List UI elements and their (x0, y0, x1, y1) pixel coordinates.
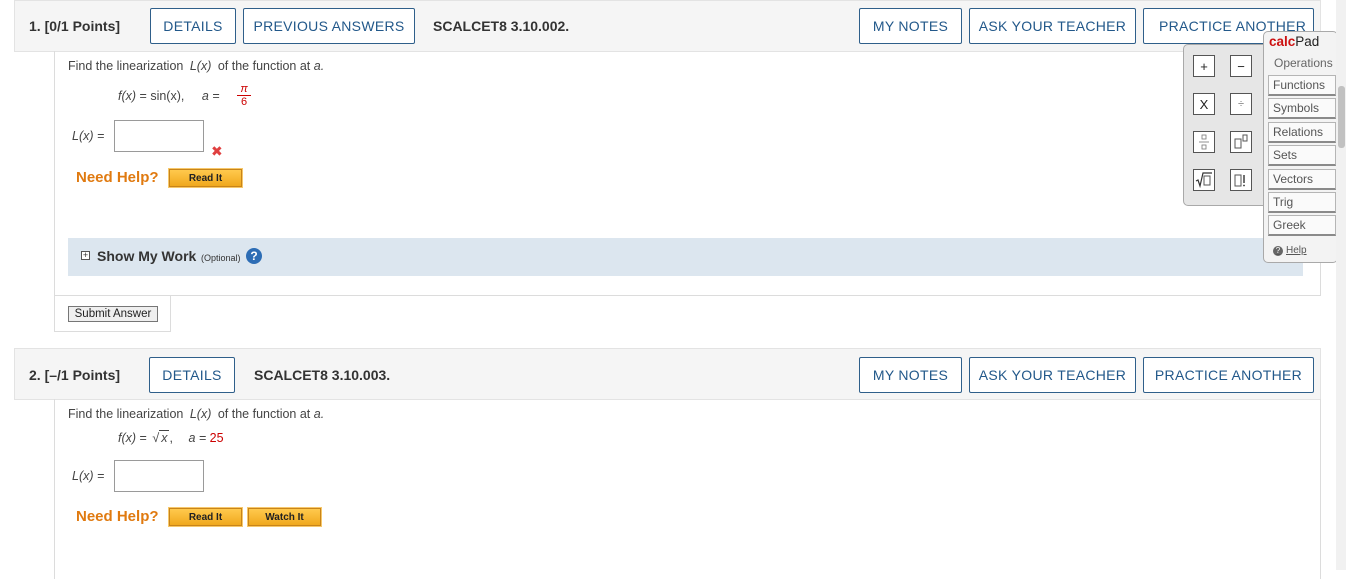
plus-key[interactable]: + (1193, 55, 1215, 77)
ask-your-teacher-button[interactable]: ASK YOUR TEACHER (969, 357, 1136, 393)
minus-key[interactable]: − (1230, 55, 1252, 77)
question-1-header: 1. [0/1 Points] DETAILS PREVIOUS ANSWERS… (14, 0, 1321, 52)
question-2-points: 2. [–/1 Points] (29, 367, 121, 383)
answer-label: L(x) = (72, 129, 105, 143)
details-button[interactable]: DETAILS (149, 357, 235, 393)
read-it-button[interactable]: Read It (168, 168, 243, 188)
my-notes-button[interactable]: MY NOTES (859, 357, 962, 393)
submit-answer-button[interactable]: Submit Answer (68, 306, 158, 322)
sqrt-key-icon[interactable] (1193, 169, 1215, 191)
need-help-label: Need Help? (76, 508, 159, 525)
answer-input[interactable] (114, 460, 204, 492)
calcpad-relations[interactable]: Relations (1268, 122, 1336, 143)
ask-your-teacher-button[interactable]: ASK YOUR TEACHER (969, 8, 1136, 44)
need-help-label: Need Help? (76, 169, 159, 186)
previous-answers-button[interactable]: PREVIOUS ANSWERS (243, 8, 415, 44)
multiply-key[interactable]: X (1193, 93, 1215, 115)
a-value: 25 (209, 431, 224, 445)
answer-input[interactable] (114, 120, 204, 152)
a-value-fraction: π 6 (237, 83, 251, 108)
read-it-button[interactable]: Read It (168, 507, 243, 527)
question-2-body (54, 399, 1321, 579)
calcpad-menu: calcPad Operations Functions Symbols Rel… (1263, 31, 1338, 263)
details-button[interactable]: DETAILS (150, 8, 236, 44)
question-2-header: 2. [–/1 Points] DETAILS SCALCET8 3.10.00… (14, 348, 1321, 400)
question-1-prompt: Find the linearization L(x) of the funct… (68, 59, 325, 73)
fraction-key-icon[interactable] (1193, 131, 1215, 153)
expand-icon[interactable]: + (81, 251, 90, 260)
help-icon: ? (1273, 245, 1283, 256)
calcpad-keys: + − X ÷ (1183, 44, 1269, 206)
my-notes-button[interactable]: MY NOTES (859, 8, 962, 44)
question-2-function: f(x) = √ x, a = 25 (118, 430, 224, 445)
calcpad-panel: + − X ÷ calcPad Operations Functions Sym… (1183, 31, 1338, 263)
question-2-code: SCALCET8 3.10.003. (254, 367, 391, 383)
calcpad-symbols[interactable]: Symbols (1268, 98, 1336, 119)
show-my-work-bar[interactable]: + Show My Work (Optional) ? (68, 238, 1303, 276)
question-1-points: 1. [0/1 Points] (29, 18, 121, 34)
calcpad-trig[interactable]: Trig (1268, 192, 1336, 213)
divide-key[interactable]: ÷ (1230, 93, 1252, 115)
question-2-prompt: Find the linearization L(x) of the funct… (68, 407, 325, 421)
practice-another-button[interactable]: PRACTICE ANOTHER (1143, 357, 1314, 393)
exponent-key-icon[interactable] (1230, 131, 1252, 153)
calcpad-greek[interactable]: Greek (1268, 215, 1336, 236)
scrollbar-thumb[interactable] (1338, 86, 1345, 148)
calcpad-title: calcPad (1269, 34, 1320, 49)
calcpad-help-link[interactable]: ? Help (1273, 245, 1307, 256)
optional-label: (Optional) (201, 253, 241, 263)
question-1-function: f(x) = sin(x), a = (118, 89, 220, 103)
watch-it-button[interactable]: Watch It (247, 507, 322, 527)
show-my-work-label: Show My Work (97, 248, 197, 264)
calcpad-functions[interactable]: Functions (1268, 75, 1336, 96)
help-icon[interactable]: ? (246, 248, 262, 264)
question-1-code: SCALCET8 3.10.002. (433, 18, 570, 34)
calcpad-operations[interactable]: Operations (1268, 52, 1336, 73)
incorrect-icon: ✖ (211, 143, 223, 159)
calcpad-sets[interactable]: Sets (1268, 145, 1336, 166)
factorial-key-icon[interactable] (1230, 169, 1252, 191)
answer-label: L(x) = (72, 469, 105, 483)
calcpad-vectors[interactable]: Vectors (1268, 169, 1336, 190)
